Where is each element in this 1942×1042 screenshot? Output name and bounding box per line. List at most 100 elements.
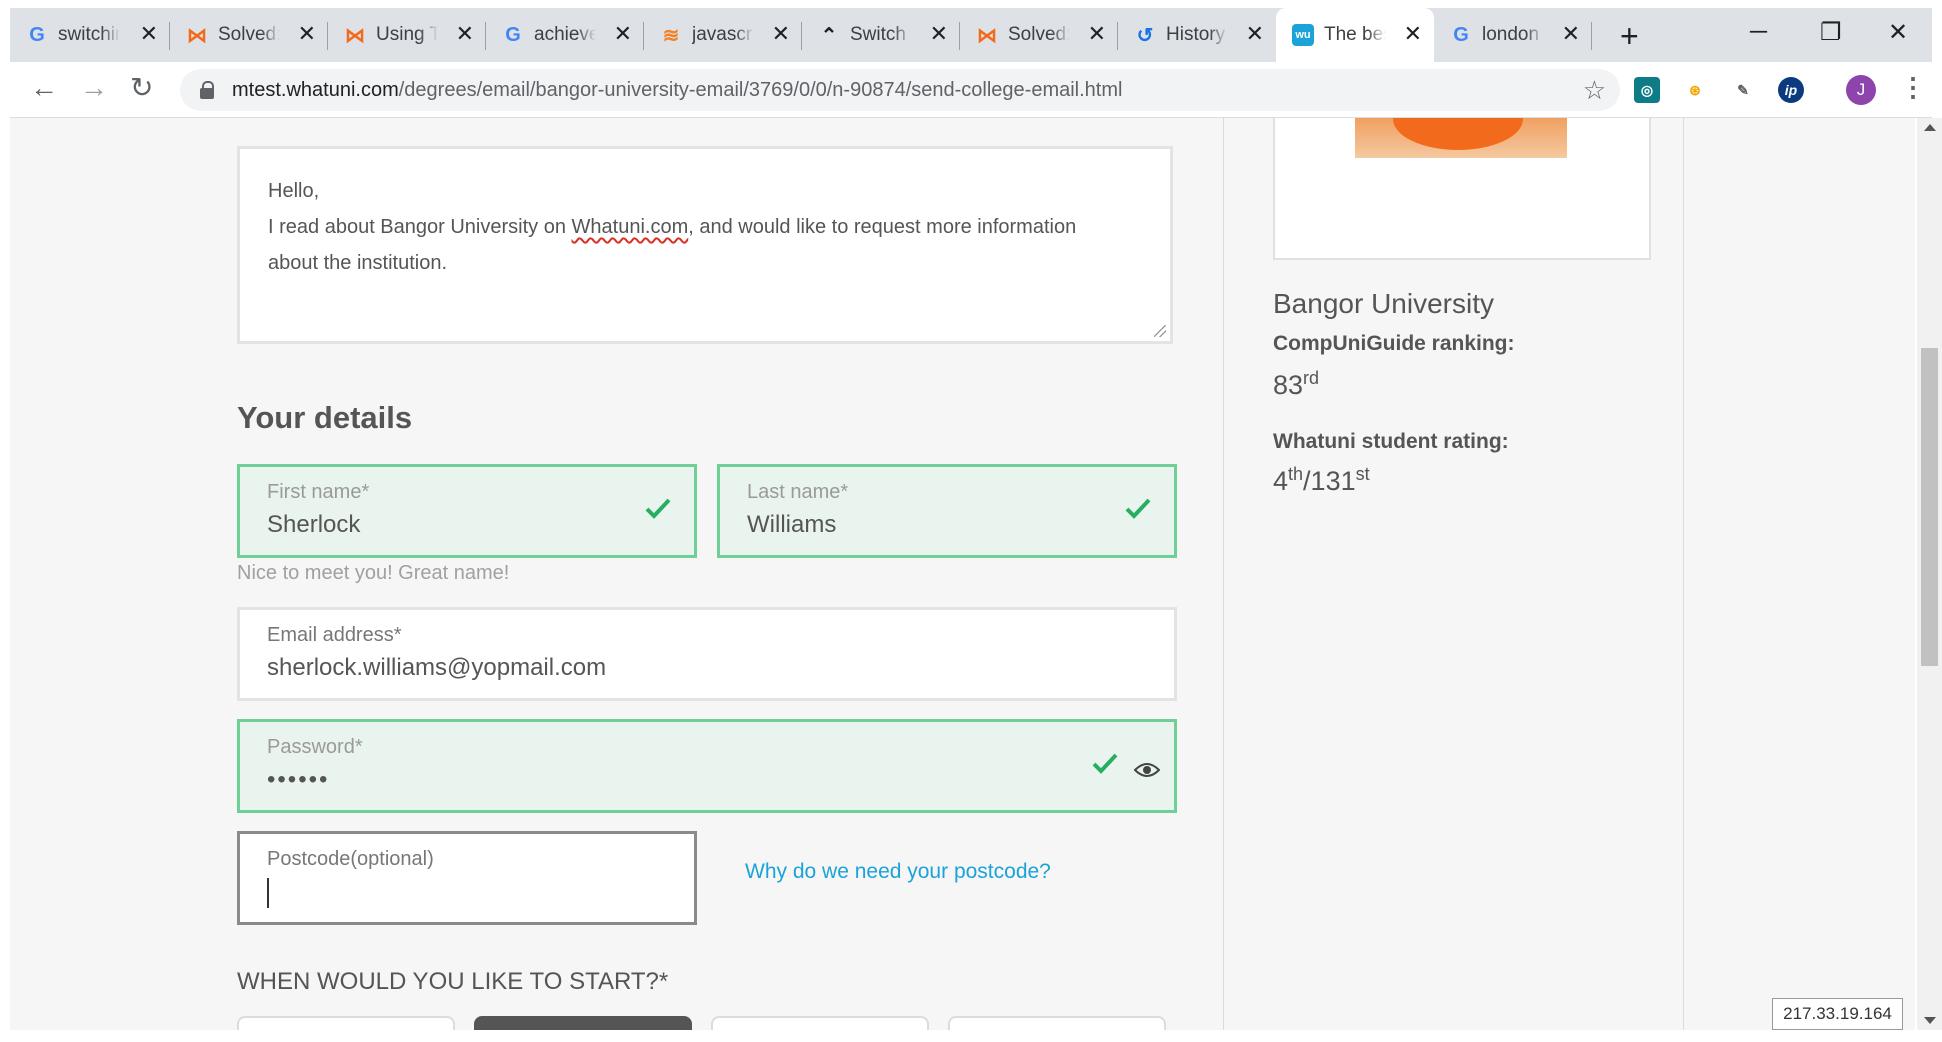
- tab-title: javascrip: [692, 24, 754, 45]
- tab-3[interactable]: G achieve ✕: [486, 8, 644, 62]
- close-window-button[interactable]: ✕: [1888, 18, 1908, 47]
- sidebar-divider: [1223, 118, 1224, 1030]
- community-icon: ⋈: [977, 24, 997, 47]
- image-shape: [1393, 118, 1523, 150]
- extension-icon[interactable]: ✎: [1730, 77, 1756, 103]
- right-divider: [1683, 118, 1684, 1030]
- close-icon[interactable]: ✕: [140, 23, 158, 45]
- scroll-thumb[interactable]: [1921, 348, 1938, 666]
- ip-extension-icon[interactable]: ip: [1778, 77, 1804, 103]
- tab-1[interactable]: ⋈ Solved: ✕: [170, 8, 328, 62]
- new-tab-button[interactable]: +: [1620, 18, 1639, 55]
- resize-handle[interactable]: [1154, 325, 1166, 337]
- close-icon[interactable]: ✕: [1246, 23, 1264, 45]
- scroll-up-arrow-icon[interactable]: [1924, 124, 1936, 131]
- extension-icon[interactable]: ◎: [1634, 77, 1660, 103]
- message-spellcheck-word: Whatuni.com: [571, 216, 689, 238]
- tab-2[interactable]: ⋈ Using Th ✕: [328, 8, 486, 62]
- url-path: /degrees/email/bangor-university-email/3…: [398, 79, 1123, 101]
- back-arrow-icon[interactable]: ←: [30, 74, 58, 102]
- tab-strip: G switchin ✕ ⋈ Solved: ✕ ⋈ Using Th ✕ G …: [10, 8, 1932, 62]
- tab-separator: [1591, 22, 1592, 50]
- close-icon[interactable]: ✕: [772, 23, 790, 45]
- tab-6[interactable]: ⋈ Solved: ✕: [960, 8, 1118, 62]
- rating-label: Whatuni student rating:: [1273, 430, 1509, 453]
- community-icon: ⋈: [345, 24, 365, 47]
- tab-title: Using Th: [376, 24, 438, 45]
- close-icon[interactable]: ✕: [298, 23, 316, 45]
- extension-icon[interactable]: ⊛: [1682, 77, 1708, 103]
- url-host: mtest.whatuni.com: [232, 79, 399, 101]
- history-icon: ↺: [1136, 24, 1154, 47]
- password-label: Password*: [267, 736, 363, 758]
- name-helper-text: Nice to meet you! Great name!: [237, 562, 510, 584]
- google-icon: G: [29, 23, 45, 46]
- password-field[interactable]: Password* ••••••: [237, 719, 1177, 813]
- university-image-box: [1273, 118, 1651, 260]
- page-content: Hello, I read about Bangor University on…: [10, 118, 1915, 1030]
- address-bar[interactable]: mtest.whatuni.com/degrees/email/bangor-u…: [180, 69, 1620, 111]
- close-icon[interactable]: ✕: [614, 23, 632, 45]
- close-icon[interactable]: ✕: [930, 23, 948, 45]
- ranking-value: 83rd: [1273, 368, 1319, 401]
- tab-title: Solved:: [1008, 24, 1070, 45]
- message-line: about the institution.: [268, 252, 448, 274]
- minimize-button[interactable]: ─: [1750, 18, 1767, 46]
- url-text[interactable]: mtest.whatuni.com/degrees/email/bangor-u…: [232, 79, 1122, 102]
- close-icon[interactable]: ✕: [456, 23, 474, 45]
- check-icon: [1092, 753, 1118, 774]
- bookmark-star-icon[interactable]: ☆: [1583, 75, 1606, 106]
- restore-button[interactable]: ❐: [1820, 18, 1842, 47]
- message-text: , and would like to request more informa…: [688, 216, 1077, 238]
- first-name-value: Sherlock: [267, 511, 361, 538]
- tab-title: The bes: [1324, 24, 1386, 45]
- rating-total: /131: [1303, 466, 1356, 496]
- ranking-label: CompUniGuide ranking:: [1273, 332, 1515, 355]
- check-icon: [1125, 498, 1151, 519]
- forward-arrow-icon[interactable]: →: [80, 74, 108, 102]
- start-option[interactable]: [948, 1016, 1166, 1030]
- tab-title: Solved:: [218, 24, 280, 45]
- menu-dots-icon[interactable]: ⋮: [1900, 72, 1926, 103]
- community-icon: ⋈: [187, 24, 207, 47]
- message-line: Hello,: [268, 180, 320, 202]
- postcode-field[interactable]: Postcode(optional): [237, 831, 697, 925]
- last-name-field[interactable]: Last name* Williams: [717, 464, 1177, 558]
- tab-0[interactable]: G switchin ✕: [10, 8, 170, 62]
- scroll-down-arrow-icon[interactable]: [1924, 1017, 1936, 1024]
- tab-4[interactable]: ≋ javascrip ✕: [644, 8, 802, 62]
- tab-8-active[interactable]: wu The bes ✕: [1276, 8, 1434, 62]
- postcode-info-link[interactable]: Why do we need your postcode?: [745, 860, 1051, 884]
- first-name-field[interactable]: First name* Sherlock: [237, 464, 697, 558]
- email-field[interactable]: Email address* sherlock.williams@yopmail…: [237, 607, 1177, 701]
- ip-address-badge: 217.33.19.164: [1772, 998, 1903, 1030]
- close-icon[interactable]: ✕: [1088, 23, 1106, 45]
- tab-9[interactable]: G london ✕: [1434, 8, 1592, 62]
- rating-number: 4: [1273, 466, 1289, 496]
- browser-chrome: G switchin ✕ ⋈ Solved: ✕ ⋈ Using Th ✕ G …: [0, 0, 1942, 118]
- tab-7[interactable]: ↺ History ✕: [1118, 8, 1276, 62]
- reload-icon[interactable]: ↻: [130, 74, 153, 102]
- page-scrollbar[interactable]: [1917, 118, 1942, 1030]
- start-option-selected[interactable]: [474, 1016, 692, 1030]
- tab-title: switchin: [58, 24, 120, 45]
- tab-title: Switch: [850, 24, 906, 45]
- close-icon[interactable]: ✕: [1562, 23, 1580, 45]
- message-line: I read about Bangor University on Whatun…: [268, 209, 1142, 245]
- message-textarea[interactable]: Hello, I read about Bangor University on…: [237, 146, 1173, 344]
- rating-value: 4th/131st: [1273, 464, 1370, 497]
- browser-toolbar: ← → ↻ mtest.whatuni.com/degrees/email/ba…: [10, 62, 1932, 118]
- profile-avatar[interactable]: J: [1846, 75, 1876, 105]
- last-name-label: Last name*: [747, 481, 849, 503]
- eye-icon[interactable]: [1134, 762, 1160, 778]
- start-option[interactable]: [237, 1016, 455, 1030]
- rating-total-suffix: st: [1355, 464, 1370, 484]
- close-icon[interactable]: ✕: [1404, 23, 1422, 45]
- your-details-heading: Your details: [237, 400, 413, 435]
- start-option[interactable]: [711, 1016, 929, 1030]
- ranking-suffix: rd: [1303, 368, 1320, 388]
- tab-5[interactable]: ⌃ Switch ✕: [802, 8, 960, 62]
- bird-icon: ⌃: [820, 24, 838, 47]
- text-cursor: [267, 878, 269, 908]
- university-image: [1355, 118, 1567, 158]
